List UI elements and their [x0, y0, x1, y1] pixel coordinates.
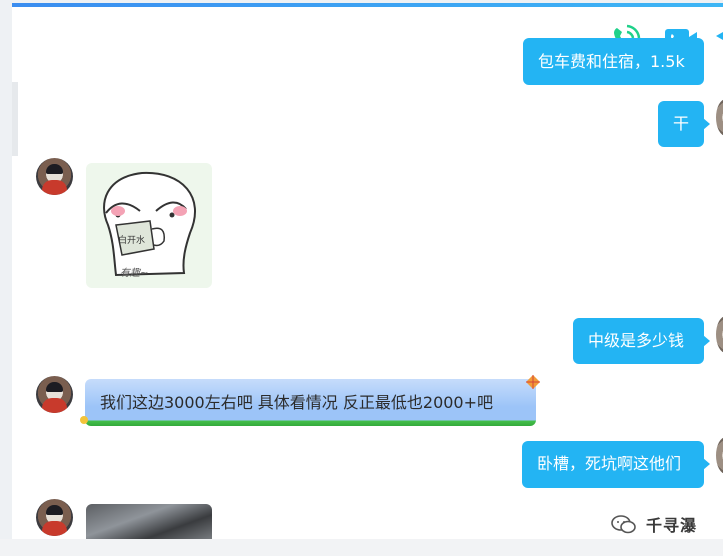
panel-divider: [12, 82, 18, 156]
sticker-face-icon: [103, 171, 196, 277]
more-icon[interactable]: [716, 32, 723, 40]
message-text: 我们这边3000左右吧 具体看情况 反正最低也2000+吧: [100, 393, 494, 412]
bottom-strip: [0, 539, 723, 556]
sticker-message[interactable]: 白开水 有趣~: [86, 163, 212, 288]
message-incoming: 我们这边3000左右吧 具体看情况 反正最低也2000+吧: [80, 375, 540, 426]
message-outgoing: 干: [658, 101, 710, 147]
kite-icon: [526, 375, 540, 389]
wechat-icon: [611, 515, 636, 534]
message-text: 卧槽，死坑啊这他们: [537, 454, 682, 473]
message-text: 干: [672, 114, 689, 133]
sticker-label: 白开水: [118, 236, 146, 246]
avatar-contact[interactable]: [36, 376, 73, 413]
message-text: 中级是多少钱: [588, 331, 685, 350]
avatar-contact[interactable]: [36, 158, 73, 195]
image-message[interactable]: [86, 504, 212, 539]
message-text: 包车费和住宿，1.5k: [523, 38, 704, 85]
watermark-text: 千寻瀑: [646, 516, 698, 535]
message-outgoing: 中级是多少钱: [573, 318, 710, 364]
message-outgoing: 卧槽，死坑啊这他们: [522, 441, 710, 488]
avatar-contact[interactable]: [36, 499, 73, 536]
message-outgoing-partial: 包车费和住宿，1.5k: [523, 7, 704, 85]
flower-icon: [80, 416, 88, 424]
sticker-caption: 有趣~: [120, 268, 149, 279]
